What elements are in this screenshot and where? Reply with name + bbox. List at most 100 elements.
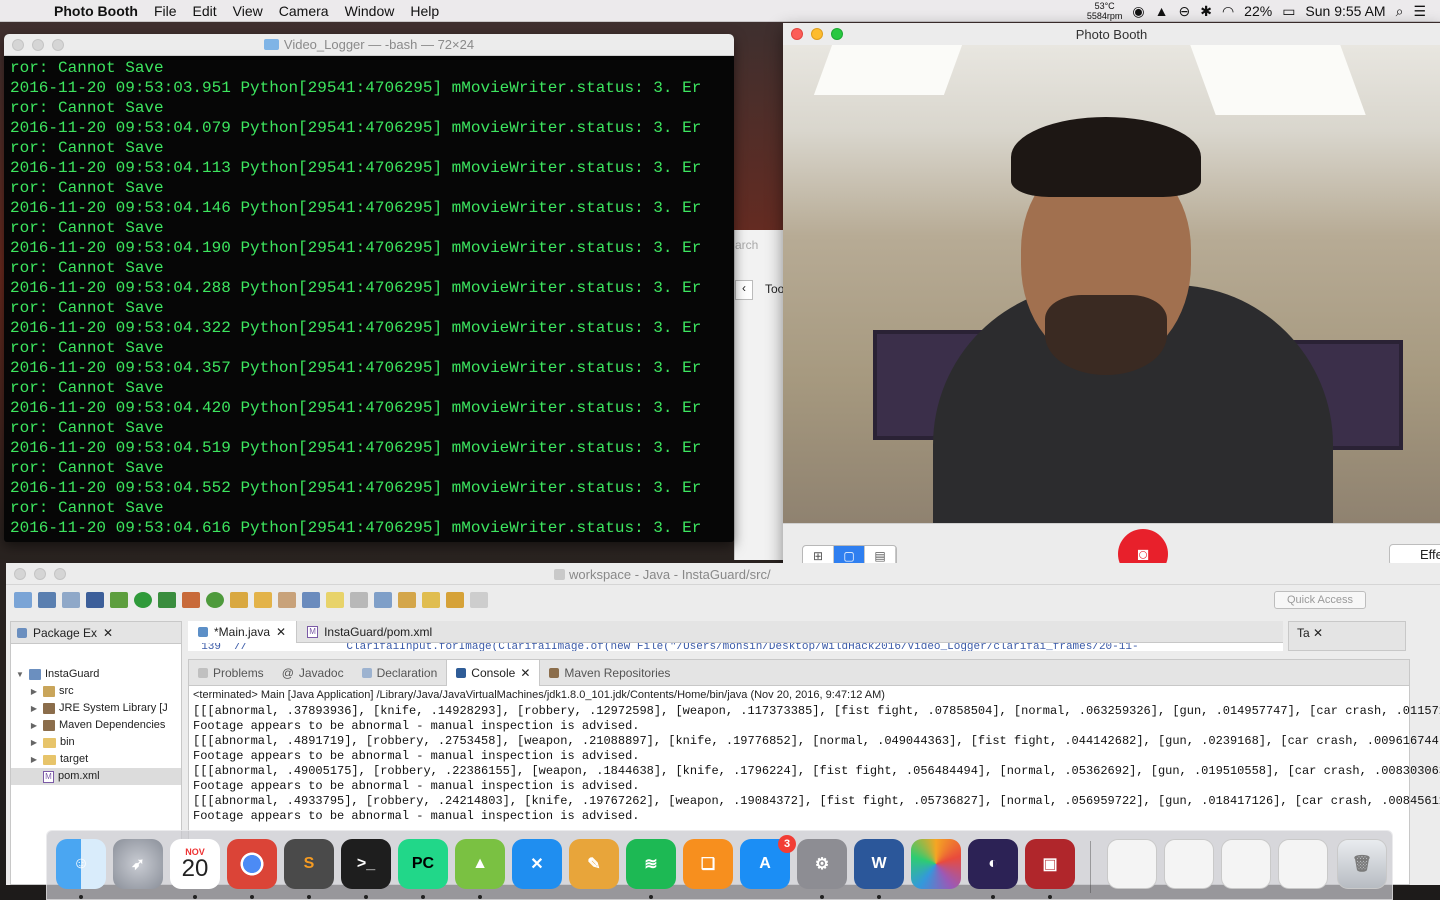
photobooth-minimize-button[interactable]	[811, 28, 823, 40]
collapsed-arrow-icon[interactable]: ▶	[29, 751, 39, 768]
tree-item-maven[interactable]: ▶ Maven Dependencies	[11, 717, 181, 734]
dock-chrome-icon[interactable]	[227, 839, 277, 889]
expanded-arrow-icon[interactable]: ▼	[15, 666, 25, 683]
back-icon[interactable]	[446, 592, 464, 608]
battery-icon[interactable]: ▭	[1282, 3, 1295, 20]
menu-camera[interactable]: Camera	[271, 3, 337, 19]
last-edit-location-icon[interactable]	[422, 592, 440, 608]
tree-item-jre[interactable]: ▶ JRE System Library [J	[11, 700, 181, 717]
close-icon[interactable]: ✕	[103, 626, 113, 640]
debug-icon[interactable]	[110, 592, 128, 608]
package-explorer-tab[interactable]: Package Ex ✕	[11, 622, 181, 644]
run-icon[interactable]	[134, 592, 152, 608]
forward-icon[interactable]	[470, 592, 488, 608]
dock-sublime-text-icon[interactable]: S	[284, 839, 334, 889]
tab-console[interactable]: Console ✕	[446, 659, 541, 686]
terminal-close-button[interactable]	[12, 39, 24, 51]
editor-code-area[interactable]: 139 // ClarifaiInput.forImage(ClarifaiIm…	[188, 643, 1283, 651]
search-icon[interactable]	[278, 592, 296, 608]
toggle-mark-occurrences-icon[interactable]	[302, 592, 320, 608]
tab-maven-repositories[interactable]: Maven Repositories	[540, 660, 679, 686]
new-class-icon[interactable]	[206, 592, 224, 608]
eclipse-titlebar[interactable]: workspace - Java - InstaGuard/src/	[6, 563, 1440, 585]
dock-calendar-icon[interactable]: NOV 20	[170, 839, 220, 889]
open-resource-icon[interactable]	[254, 592, 272, 608]
dock-android-studio-icon[interactable]: ▲	[455, 839, 505, 889]
collapsed-arrow-icon[interactable]: ▶	[29, 700, 39, 717]
bg-search-field[interactable]: arch	[735, 238, 758, 252]
new-java-package-icon[interactable]	[182, 592, 200, 608]
terminal-zoom-button[interactable]	[52, 39, 64, 51]
tab-problems[interactable]: Problems	[189, 660, 273, 686]
dock-eclipse-icon[interactable]: ◐	[968, 839, 1018, 889]
tree-item-pom[interactable]: M pom.xml	[11, 768, 181, 785]
dock-spotify-icon[interactable]: ≋	[626, 839, 676, 889]
dock-brush-app-icon[interactable]: ✎	[569, 839, 619, 889]
dock-minimized-window-thumbnail[interactable]	[1164, 839, 1214, 889]
collapsed-arrow-icon[interactable]: ▶	[29, 717, 39, 734]
photobooth-close-button[interactable]	[791, 28, 803, 40]
show-whitespace-icon[interactable]	[350, 592, 368, 608]
dock-xcode-icon[interactable]: ✕	[512, 839, 562, 889]
new-icon[interactable]	[14, 592, 32, 608]
dock-finder-icon[interactable]: ☺	[56, 839, 106, 889]
dock-pycharm-icon[interactable]: PC	[398, 839, 448, 889]
battery-percent[interactable]: 22%	[1244, 3, 1272, 19]
run-external-icon[interactable]	[158, 592, 176, 608]
bg-back-button[interactable]: ‹	[735, 280, 753, 300]
eclipse-zoom-button[interactable]	[54, 568, 66, 580]
dock-app-store-icon[interactable]: A3	[740, 835, 796, 889]
tab-javadoc[interactable]: @ Javadoc	[273, 660, 353, 686]
dock-minimized-window-thumbnail[interactable]	[1107, 839, 1157, 889]
do-not-disturb-icon[interactable]: ⊖	[1178, 3, 1190, 20]
dock-photo-booth-icon[interactable]: ▣	[1025, 839, 1075, 889]
tree-item-src[interactable]: ▶ src	[11, 683, 181, 700]
previous-annotation-icon[interactable]	[398, 592, 416, 608]
photobooth-zoom-button[interactable]	[831, 28, 843, 40]
menu-app-name[interactable]: Photo Booth	[54, 3, 146, 19]
collapsed-arrow-icon[interactable]: ▶	[29, 734, 39, 751]
collapsed-arrow-icon[interactable]: ▶	[29, 683, 39, 700]
temperature-readout[interactable]: 53°C 5584rpm	[1087, 1, 1123, 21]
tab-main-java[interactable]: *Main.java ✕	[188, 620, 298, 643]
toggle-highlight-icon[interactable]	[326, 592, 344, 608]
dock-terminal-icon[interactable]: >_	[341, 839, 391, 889]
close-icon[interactable]: ✕	[276, 625, 286, 639]
dock-minimized-window-thumbnail[interactable]	[1221, 839, 1271, 889]
eclipse-close-button[interactable]	[14, 568, 26, 580]
terminal-minimize-button[interactable]	[32, 39, 44, 51]
open-type-icon[interactable]	[230, 592, 248, 608]
dock-photos-icon[interactable]	[911, 839, 961, 889]
tree-item-target[interactable]: ▶ target	[11, 751, 181, 768]
photobooth-titlebar[interactable]: Photo Booth	[783, 23, 1440, 45]
skip-breakpoints-icon[interactable]	[86, 592, 104, 608]
tree-item-instaguard[interactable]: ▼ InstaGuard	[11, 666, 181, 683]
notification-center-icon[interactable]: ☰	[1413, 3, 1426, 20]
tree-item-bin[interactable]: ▶ bin	[11, 734, 181, 751]
menu-window[interactable]: Window	[337, 3, 403, 19]
dock-word-icon[interactable]: W	[854, 839, 904, 889]
dock-system-preferences-icon[interactable]: ⚙	[797, 839, 847, 889]
menu-edit[interactable]: Edit	[185, 3, 225, 19]
dock-launchpad-icon[interactable]: ➶	[113, 839, 163, 889]
next-annotation-icon[interactable]	[374, 592, 392, 608]
menu-view[interactable]: View	[225, 3, 271, 19]
terminal-titlebar[interactable]: Video_Logger — -bash — 72×24	[4, 34, 734, 56]
eclipse-minimize-button[interactable]	[34, 568, 46, 580]
dock-minimized-window-thumbnail[interactable]	[1278, 839, 1328, 889]
wifi-icon[interactable]: ◠	[1222, 3, 1234, 20]
save-all-icon[interactable]	[62, 592, 80, 608]
menu-file[interactable]: File	[146, 3, 185, 19]
creative-cloud-icon[interactable]: ◉	[1132, 3, 1144, 20]
save-icon[interactable]	[38, 592, 56, 608]
bluetooth-icon[interactable]: ✱	[1200, 3, 1212, 20]
menu-help[interactable]: Help	[402, 3, 447, 19]
console-output[interactable]: [[[abnormal, .37893936], [knife, .149282…	[189, 704, 1440, 824]
quick-access-field[interactable]: Quick Access	[1274, 591, 1366, 609]
terminal-output[interactable]: ror: Cannot Save 2016-11-20 09:53:03.951 …	[4, 56, 734, 540]
drive-icon[interactable]: ▲	[1155, 3, 1169, 19]
tab-pom-xml[interactable]: M InstaGuard/pom.xml	[297, 621, 442, 643]
clock[interactable]: Sun 9:55 AM	[1305, 3, 1385, 19]
close-icon[interactable]: ✕	[520, 666, 530, 680]
dock-trash-icon[interactable]: 🗑	[1337, 839, 1387, 889]
